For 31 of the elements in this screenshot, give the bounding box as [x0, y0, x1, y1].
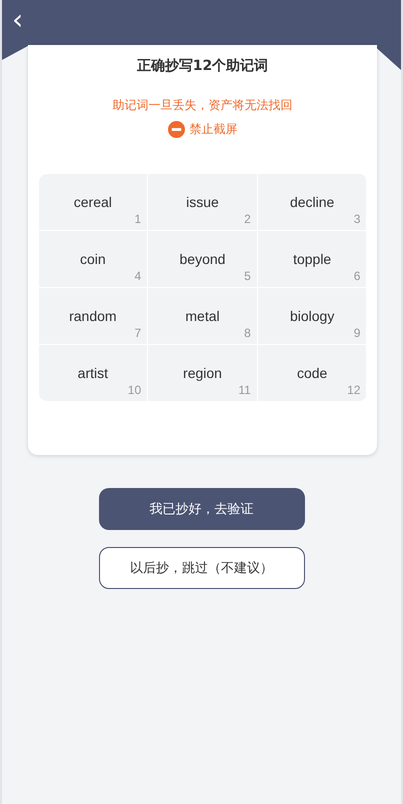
mnemonic-word: biology: [290, 308, 334, 324]
word-number: 9: [354, 326, 360, 340]
word-number: 12: [347, 383, 360, 397]
mnemonic-word: decline: [290, 194, 334, 210]
skip-button[interactable]: 以后抄，跳过（不建议）: [98, 547, 304, 589]
mnemonic-word: metal: [185, 308, 220, 324]
word-number: 6: [354, 269, 360, 283]
word-number: 1: [134, 212, 142, 226]
no-screenshot-text: 禁止截屏: [190, 121, 238, 138]
mnemonic-word: beyond: [180, 251, 226, 267]
mnemonic-word: coin: [80, 251, 106, 267]
mnemonic-word: cereal: [74, 194, 112, 210]
word-number: 5: [244, 269, 251, 283]
word-number: 8: [244, 326, 251, 340]
no-entry-icon: [168, 121, 184, 138]
back-button[interactable]: ‹: [8, 6, 28, 34]
word-number: 11: [238, 383, 251, 397]
mnemonic-word: topple: [293, 251, 332, 267]
card-title: 正确抄写12个助记词: [136, 57, 268, 76]
mnemonic-word: region: [183, 365, 222, 381]
mnemonic-word: artist: [78, 365, 108, 381]
mnemonic-word: random: [69, 308, 117, 324]
verify-button[interactable]: 我已抄好，去验证: [98, 488, 304, 530]
warning-text: 助记词一旦丢失，资产将无法找回: [112, 97, 292, 114]
word-number: 2: [244, 212, 251, 226]
word-number: 10: [128, 383, 142, 397]
word-number: 7: [134, 326, 142, 340]
word-number: 4: [134, 269, 142, 283]
mnemonic-word: issue: [186, 194, 219, 210]
word-number: 3: [354, 212, 360, 226]
mnemonic-word: code: [296, 365, 328, 381]
